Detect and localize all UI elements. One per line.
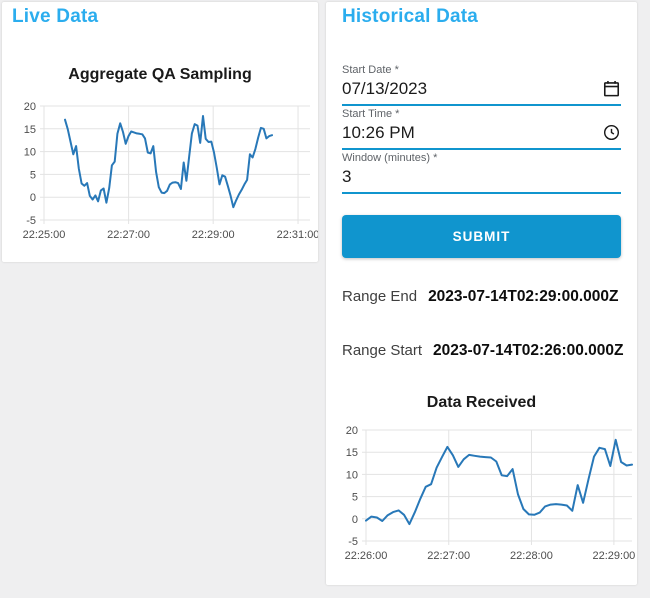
start-date-field: Start Date * [342,64,621,106]
svg-text:5: 5 [30,169,36,181]
svg-text:22:27:00: 22:27:00 [427,550,470,562]
clock-icon[interactable] [602,123,621,142]
svg-text:22:28:00: 22:28:00 [510,550,553,562]
svg-text:-5: -5 [348,536,358,548]
range-start-label: Range Start [342,342,423,359]
svg-text:15: 15 [346,447,358,459]
svg-text:22:26:00: 22:26:00 [345,550,388,562]
window-minutes-input[interactable] [342,167,595,187]
svg-text:20: 20 [24,101,36,113]
svg-text:22:31:00: 22:31:00 [277,229,318,241]
svg-text:0: 0 [30,192,36,204]
window-minutes-label: Window (minutes) * [342,152,438,164]
svg-text:10: 10 [24,147,36,159]
svg-text:22:27:00: 22:27:00 [107,229,150,241]
start-time-field: Start Time * [342,108,621,150]
window-minutes-field: Window (minutes) * [342,152,621,194]
start-date-input[interactable] [342,79,595,99]
range-start-row: Range Start 2023-07-14T02:26:00.000Z [342,342,637,360]
live-data-title: Live Data [12,6,99,27]
historical-data-panel: Historical Data Start Date * Start Time … [326,2,637,585]
range-start-value: 2023-07-14T02:26:00.000Z [433,342,624,359]
data-received-chart-title: Data Received [426,394,537,411]
start-time-input[interactable] [342,123,595,143]
historical-data-title: Historical Data [342,6,479,27]
start-date-label: Start Date * [342,64,399,76]
start-time-label: Start Time * [342,108,400,120]
aggregate-qa-chart: 20 15 10 5 0 -5 22:25:00 22:27:00 22:29:00 22:31:… [23,101,318,241]
data-received-chart: 20 15 10 5 0 -5 22:26:00 22:27:00 22:28:00 22:29:… [345,425,636,562]
svg-text:0: 0 [352,514,358,526]
live-data-panel: Live Data Aggregate QA Sampling 20 15 10 5 0… [2,2,318,262]
svg-text:15: 15 [24,124,36,136]
range-end-label: Range End [342,288,418,305]
svg-text:22:29:00: 22:29:00 [192,229,235,241]
submit-button[interactable]: SUBMIT [342,215,621,258]
svg-text:5: 5 [352,492,358,504]
range-end-value: 2023-07-14T02:29:00.000Z [428,288,619,305]
calendar-icon[interactable] [602,79,621,98]
svg-text:10: 10 [346,469,358,481]
svg-text:20: 20 [346,425,358,437]
svg-text:-5: -5 [26,215,36,227]
range-end-row: Range End 2023-07-14T02:29:00.000Z [342,288,637,306]
aggregate-qa-chart-title: Aggregate QA Sampling [68,66,252,83]
svg-text:22:29:00: 22:29:00 [592,550,635,562]
svg-text:22:25:00: 22:25:00 [23,229,66,241]
